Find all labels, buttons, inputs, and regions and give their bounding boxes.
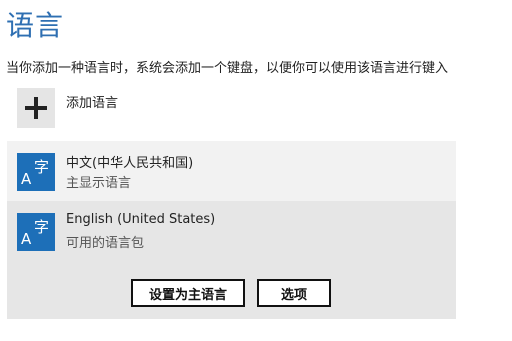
plus-icon	[25, 97, 47, 119]
language-icon: A 字	[17, 213, 55, 251]
options-button[interactable]: 选项	[257, 279, 331, 307]
set-primary-language-button[interactable]: 设置为主语言	[131, 279, 245, 307]
page-title: 语言	[6, 9, 65, 42]
add-language-label[interactable]: 添加语言	[66, 92, 118, 111]
language-icon: A 字	[17, 153, 55, 191]
language-item-chinese[interactable]: A 字 中文(中华人民共和国) 主显示语言	[7, 141, 456, 201]
language-status: 主显示语言	[66, 176, 132, 191]
page-description: 当你添加一种语言时，系统会添加一个键盘，以便你可以使用该语言进行键入	[6, 61, 449, 76]
add-language-button[interactable]	[17, 88, 55, 128]
language-name: 中文(中华人民共和国)	[66, 156, 194, 171]
language-name: English (United States)	[66, 212, 216, 227]
language-status: 可用的语言包	[66, 236, 145, 251]
